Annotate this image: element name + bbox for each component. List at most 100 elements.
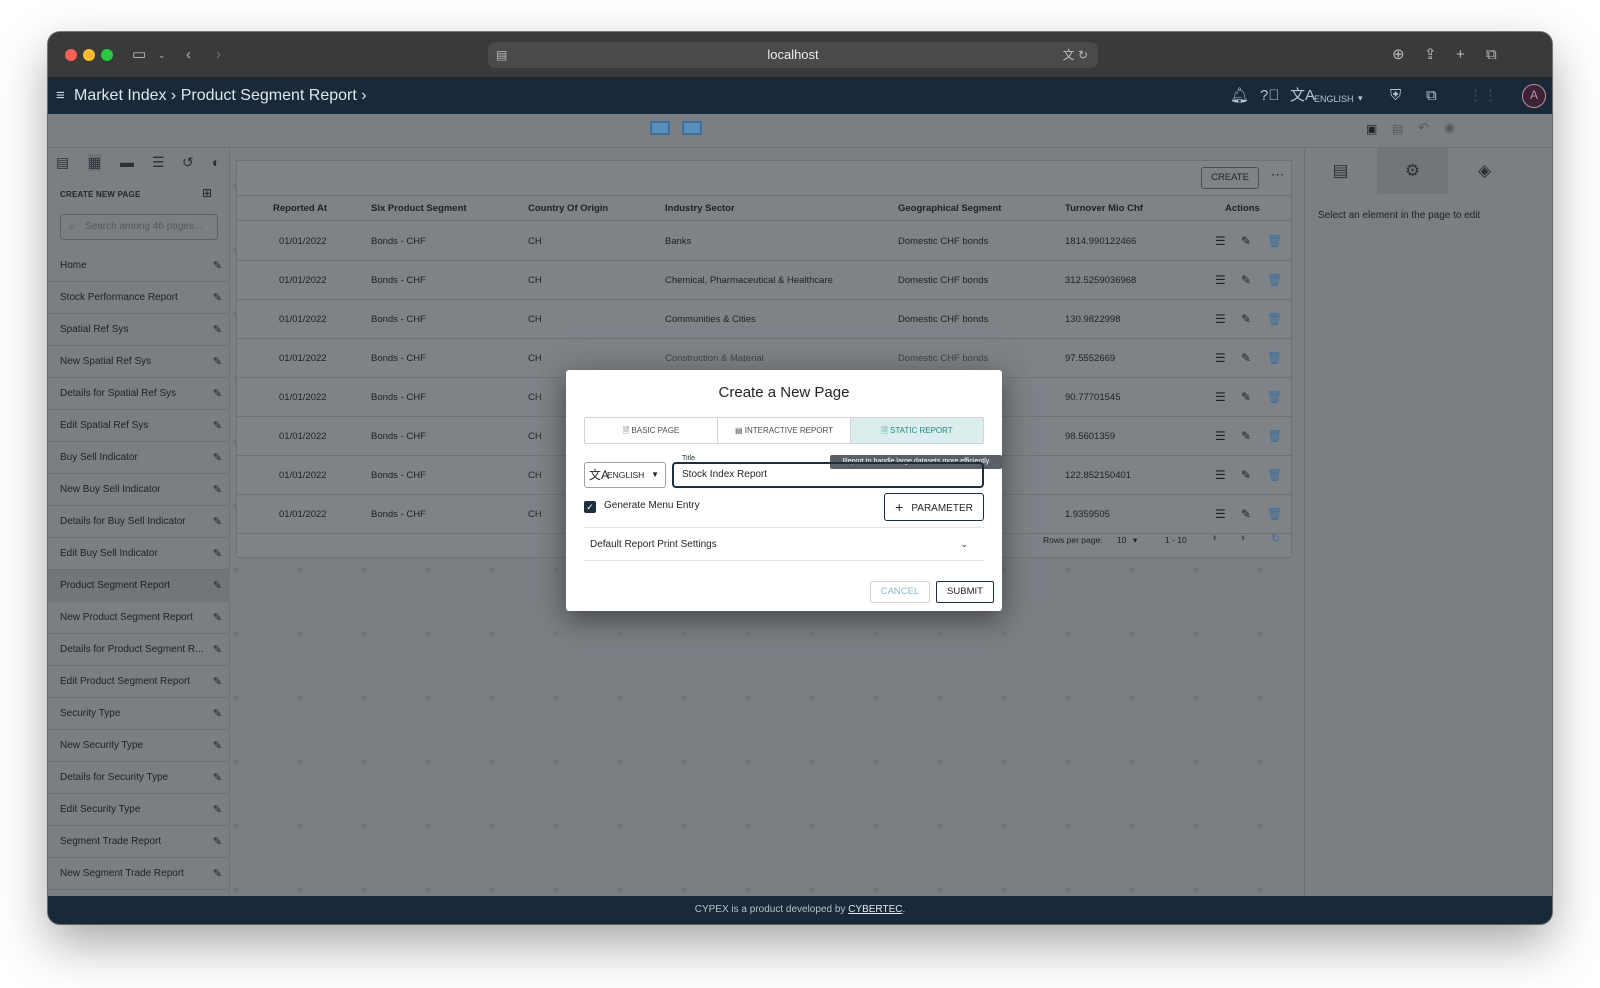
sidebar-page-item[interactable]: Edit Security Type ✎: [48, 794, 230, 826]
sidebar-page-item[interactable]: Details for Product Segment R... ✎: [48, 634, 230, 666]
list-tab-icon[interactable]: ☰: [152, 154, 165, 171]
column-header[interactable]: Turnover Mio Chf: [1065, 196, 1143, 222]
left-panel-toggle-icon[interactable]: [650, 121, 670, 135]
cards-tab-icon[interactable]: ▬: [120, 154, 134, 170]
edit-page-icon[interactable]: ✎: [213, 826, 222, 858]
add-page-icon[interactable]: ⊞: [202, 186, 212, 200]
create-new-page-label[interactable]: CREATE NEW PAGE: [60, 190, 140, 199]
edit-icon[interactable]: ✎: [1241, 495, 1251, 534]
add-parameter-button[interactable]: + PARAMETER: [884, 493, 984, 521]
language-select[interactable]: ENGLISH: [1314, 89, 1354, 109]
back-icon[interactable]: ‹: [186, 45, 191, 65]
sidebar-page-item[interactable]: New Product Segment Report ✎: [48, 602, 230, 634]
translate-icon[interactable]: 文A: [1290, 86, 1315, 106]
edit-page-icon[interactable]: ✎: [213, 538, 222, 570]
print-settings-accordion[interactable]: Default Report Print Settings ⌄: [584, 527, 984, 561]
right-panel-toggle-icon[interactable]: [682, 121, 702, 135]
list-details-icon[interactable]: ☰: [1215, 339, 1226, 378]
delete-icon[interactable]: 🗑︎: [1267, 300, 1282, 339]
theme-tab-icon[interactable]: ◐: [212, 154, 220, 170]
list-details-icon[interactable]: ☰: [1215, 456, 1226, 495]
admin-shield-icon[interactable]: ⛨: [1390, 86, 1401, 106]
sidebar-page-item[interactable]: New Buy Sell Indicator ✎: [48, 474, 230, 506]
address-bar[interactable]: ▤ localhost 文 ↻: [488, 42, 1098, 68]
table-row[interactable]: 01/01/2022 Bonds - CHF CH Communities & Cit…: [237, 300, 1293, 339]
refresh-icon[interactable]: ↻: [1271, 532, 1280, 545]
create-button[interactable]: CREATE: [1201, 167, 1259, 189]
list-details-icon[interactable]: ☰: [1215, 495, 1226, 534]
edit-page-icon[interactable]: ✎: [213, 474, 222, 506]
close-window-button[interactable]: [65, 49, 77, 61]
download-icon[interactable]: ⊕: [1392, 45, 1405, 65]
tabs-overview-icon[interactable]: ⧉: [1486, 45, 1497, 65]
table-row[interactable]: 01/01/2022 Bonds - CHF CH Chemical, Pharmac…: [237, 261, 1293, 300]
forward-icon[interactable]: ›: [216, 45, 221, 65]
edit-page-icon[interactable]: ✎: [213, 634, 222, 666]
list-details-icon[interactable]: ☰: [1215, 222, 1226, 261]
zoom-window-button[interactable]: [101, 49, 113, 61]
title-input[interactable]: Stock Index Report: [672, 462, 984, 488]
interactive-report-option[interactable]: ▤ INTERACTIVE REPORT: [718, 418, 851, 443]
delete-icon[interactable]: 🗑︎: [1267, 378, 1282, 417]
archive-icon[interactable]: ▣: [1366, 122, 1377, 136]
sidebar-page-item[interactable]: Segment Trade Report ✎: [48, 826, 230, 858]
column-header[interactable]: Six Product Segment: [371, 196, 467, 222]
edit-page-icon[interactable]: ✎: [213, 730, 222, 762]
column-header[interactable]: Geographical Segment: [898, 196, 1001, 222]
apps-icon[interactable]: ⋮⋮: [1468, 86, 1498, 106]
breadcrumb[interactable]: Market Index › Product Segment Report ›: [74, 78, 367, 114]
help-icon[interactable]: ?⃝: [1260, 86, 1280, 106]
edit-page-icon[interactable]: ✎: [213, 378, 222, 410]
edit-page-icon[interactable]: ✎: [213, 346, 222, 378]
edit-page-icon[interactable]: ✎: [213, 762, 222, 794]
notifications-icon[interactable]: 🔔︎: [1230, 86, 1249, 106]
edit-page-icon[interactable]: ✎: [213, 698, 222, 730]
language-chevron-icon[interactable]: ▾: [1358, 88, 1363, 108]
delete-icon[interactable]: 🗑︎: [1267, 339, 1282, 378]
undo-icon[interactable]: ↶: [1418, 120, 1429, 136]
sidebar-page-item[interactable]: Edit Buy Sell Indicator ✎: [48, 538, 230, 570]
layout-icon[interactable]: ⧉: [1426, 86, 1437, 106]
sidebar-page-item[interactable]: New Spatial Ref Sys ✎: [48, 346, 230, 378]
cancel-button[interactable]: CANCEL: [870, 581, 930, 603]
settings-tab-icon[interactable]: ⚙: [1377, 148, 1448, 194]
layout-tab-icon[interactable]: ▤: [1305, 148, 1376, 194]
edit-page-icon[interactable]: ✎: [213, 570, 222, 602]
column-header[interactable]: Country Of Origin: [528, 196, 608, 222]
sidebar-page-item[interactable]: Home ✎: [48, 250, 230, 282]
rows-per-page-select[interactable]: 10: [1117, 535, 1126, 545]
list-details-icon[interactable]: ☰: [1215, 378, 1226, 417]
static-report-option[interactable]: 🗎︎ STATIC REPORT: [851, 418, 983, 443]
sidebar-page-item[interactable]: Spatial Ref Sys ✎: [48, 314, 230, 346]
rows-per-page-chevron-icon[interactable]: ▾: [1133, 535, 1137, 546]
edit-page-icon[interactable]: ✎: [213, 602, 222, 634]
edit-page-icon[interactable]: ✎: [213, 666, 222, 698]
sidebar-page-item[interactable]: Buy Sell Indicator ✎: [48, 442, 230, 474]
sidebar-page-item[interactable]: Edit Product Segment Report ✎: [48, 666, 230, 698]
edit-icon[interactable]: ✎: [1241, 378, 1251, 417]
share-icon[interactable]: ⇪: [1424, 45, 1437, 65]
sidebar-page-item[interactable]: New Segment Trade Report ✎: [48, 858, 230, 890]
list-details-icon[interactable]: ☰: [1215, 261, 1226, 300]
avatar[interactable]: A: [1522, 84, 1546, 108]
edit-page-icon[interactable]: ✎: [213, 314, 222, 346]
edit-icon[interactable]: ✎: [1241, 417, 1251, 456]
preview-icon[interactable]: ◉: [1444, 120, 1455, 136]
edit-icon[interactable]: ✎: [1241, 456, 1251, 495]
column-header[interactable]: Industry Sector: [665, 196, 735, 222]
submit-button[interactable]: SUBMIT: [936, 581, 994, 603]
footer-link[interactable]: CYBERTEC: [848, 904, 902, 915]
minimize-window-button[interactable]: [83, 49, 95, 61]
generate-menu-label[interactable]: Generate Menu Entry: [604, 500, 700, 511]
delete-icon[interactable]: 🗑︎: [1267, 456, 1282, 495]
sidebar-page-item[interactable]: Edit Spatial Ref Sys ✎: [48, 410, 230, 442]
sidebar-page-item[interactable]: Security Type ✎: [48, 698, 230, 730]
edit-page-icon[interactable]: ✎: [213, 282, 222, 314]
delete-icon[interactable]: 🗑︎: [1267, 417, 1282, 456]
menu-icon[interactable]: ≡: [56, 78, 65, 114]
title-language-select[interactable]: 文A ENGLISH ▼: [584, 462, 666, 488]
list-details-icon[interactable]: ☰: [1215, 300, 1226, 339]
list-details-icon[interactable]: ☰: [1215, 417, 1226, 456]
pages-search-input[interactable]: ⌕ Search among 46 pages...: [60, 214, 218, 240]
sidebar-page-item[interactable]: Product Segment Report ✎: [48, 570, 230, 602]
